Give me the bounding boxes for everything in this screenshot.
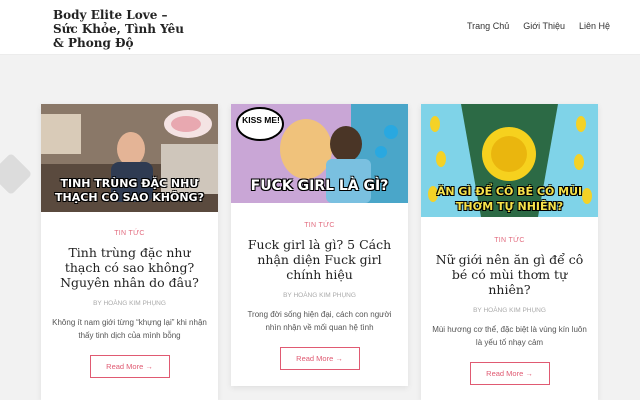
post-thumbnail[interactable]: KISS ME! FUCK GIRL LÀ GÌ? (231, 104, 408, 203)
byline-prefix: BY (283, 292, 292, 299)
image-caption: ĂN GÌ ĐỂ CÔ BÉ CÓ MÙI THƠM TỰ NHIÊN? (436, 185, 583, 213)
category-label[interactable]: TIN TỨC (51, 230, 208, 237)
post-title[interactable]: Tinh trùng đặc như thạch có sao không? N… (51, 245, 208, 290)
site-header: Body Elite Love – Sức Khỏe, Tình Yêu & P… (0, 0, 640, 55)
byline-prefix: BY (93, 300, 102, 307)
post-title[interactable]: Fuck girl là gì? 5 Cách nhận diện Fuck g… (241, 237, 398, 282)
site-title[interactable]: Body Elite Love – Sức Khỏe, Tình Yêu & P… (53, 8, 193, 50)
post-card: ĂN GÌ ĐỂ CÔ BÉ CÓ MÙI THƠM TỰ NHIÊN? TIN… (421, 104, 598, 400)
post-thumbnail[interactable]: ĂN GÌ ĐỂ CÔ BÉ CÓ MÙI THƠM TỰ NHIÊN? (421, 104, 598, 217)
post-excerpt: Trong đời sống hiện đại, cách con người … (247, 310, 392, 332)
nav-item-home[interactable]: Trang Chủ (467, 21, 509, 31)
post-author[interactable]: Hoàng Kim Phụng (293, 292, 355, 299)
post-author[interactable]: Hoàng Kim Phụng (483, 307, 545, 314)
category-label[interactable]: TIN TỨC (431, 237, 588, 244)
main-nav: Trang Chủ Giới Thiệu Liên Hệ (467, 21, 610, 31)
read-more-button[interactable]: Read More → (89, 355, 170, 378)
post-card: TINH TRÙNG ĐẶC NHƯ THẠCH CÓ SAO KHÔNG? T… (41, 104, 218, 400)
kiss-me-badge: KISS ME! (242, 115, 280, 125)
category-label[interactable]: TIN TỨC (241, 222, 398, 229)
post-title[interactable]: Nữ giới nên ăn gì để cô bé có mùi thơm t… (431, 252, 588, 297)
post-card: KISS ME! FUCK GIRL LÀ GÌ? TIN TỨC Fuck g… (231, 104, 408, 386)
image-caption: TINH TRÙNG ĐẶC NHƯ THẠCH CÓ SAO KHÔNG? (55, 177, 204, 204)
read-more-button[interactable]: Read More → (279, 347, 360, 370)
image-caption: FUCK GIRL LÀ GÌ? (250, 178, 389, 194)
post-author[interactable]: Hoàng Kim Phụng (103, 300, 165, 307)
slider-prev-arrow-icon[interactable] (0, 152, 33, 196)
post-byline: BY Hoàng Kim Phụng (51, 300, 208, 307)
post-byline: BY Hoàng Kim Phụng (431, 307, 588, 314)
nav-item-about[interactable]: Giới Thiệu (523, 21, 565, 31)
post-thumbnail[interactable]: TINH TRÙNG ĐẶC NHƯ THẠCH CÓ SAO KHÔNG? (41, 104, 218, 212)
post-excerpt: Không ít nam giới từng “khựng lại” khi n… (52, 318, 207, 340)
post-byline: BY Hoàng Kim Phụng (241, 292, 398, 299)
nav-item-contact[interactable]: Liên Hệ (579, 21, 610, 31)
post-excerpt: Mùi hương cơ thể, đặc biệt là vùng kín l… (432, 325, 587, 347)
byline-prefix: BY (473, 307, 482, 314)
read-more-button[interactable]: Read More → (469, 362, 550, 385)
